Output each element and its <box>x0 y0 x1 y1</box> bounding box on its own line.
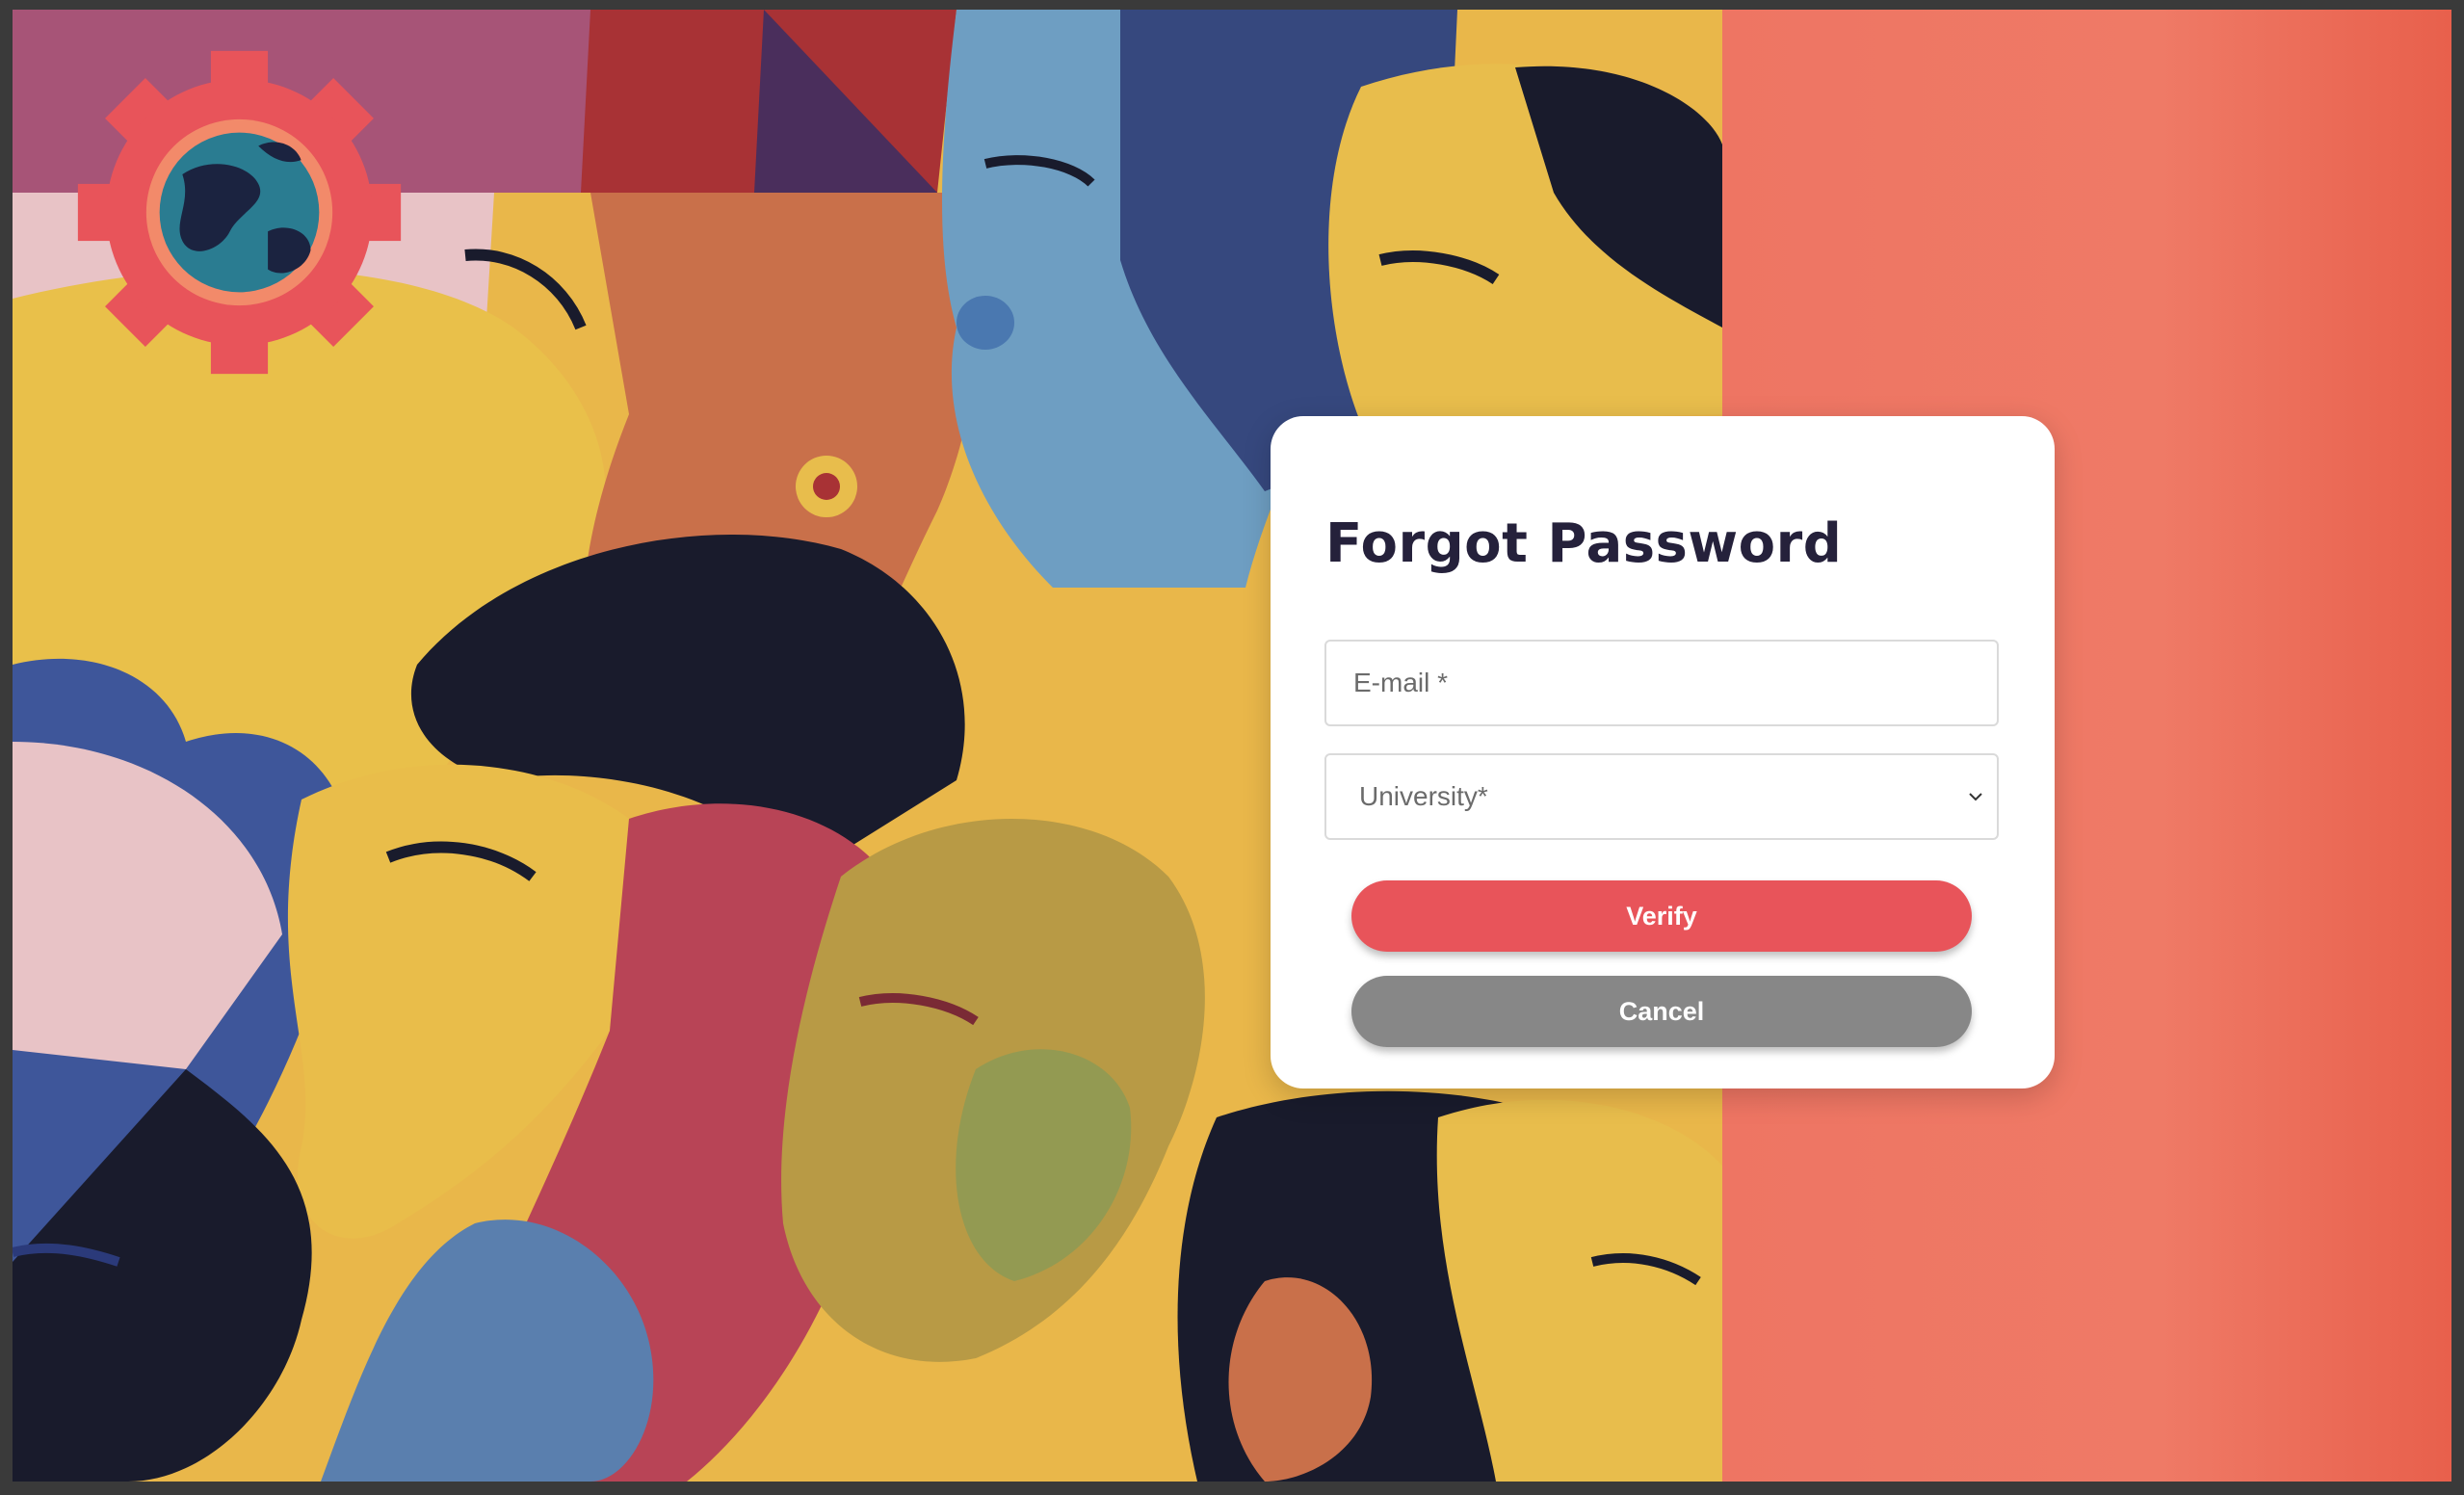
university-select[interactable]: University* <box>1324 753 1999 840</box>
chevron-down-icon <box>1969 793 1982 801</box>
email-field[interactable]: E-mail * <box>1324 640 1999 726</box>
cancel-button[interactable]: Cancel <box>1351 976 1972 1047</box>
university-placeholder: University* <box>1359 781 1488 811</box>
page-title: Forgot Password <box>1325 512 1843 575</box>
gear-globe-logo-icon <box>68 41 410 383</box>
app-window: Forgot Password E-mail * University* Ver… <box>13 10 2451 1482</box>
verify-button[interactable]: Verify <box>1351 880 1972 952</box>
email-placeholder: E-mail * <box>1353 668 1449 697</box>
forgot-password-card: Forgot Password E-mail * University* Ver… <box>1271 416 2055 1088</box>
